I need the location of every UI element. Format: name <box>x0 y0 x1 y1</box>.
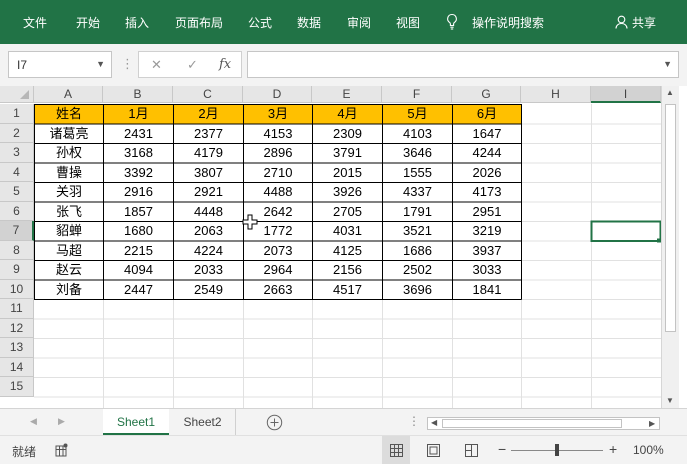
formula-bar: I7 ▼ ⋮ ✕ ✓ fx ▼ <box>0 44 687 86</box>
active-cell-indicator <box>590 220 661 242</box>
expand-formula-icon[interactable]: ▼ <box>663 59 672 69</box>
cell-cursor-icon <box>242 214 258 230</box>
formula-buttons: ✕ ✓ fx <box>138 51 242 78</box>
prev-sheet-icon[interactable]: ◀ <box>30 416 37 427</box>
grid-view-icon <box>390 444 403 457</box>
tab-insert[interactable]: 插入 <box>125 16 149 30</box>
add-sheet-icon[interactable] <box>266 414 283 431</box>
tab-review[interactable]: 审阅 <box>347 16 371 30</box>
normal-view-button[interactable] <box>382 436 410 464</box>
worksheet-grid[interactable]: ABCDEFGHI 1 2 3 4 5 6 7 8 9 10 11 12 13 14 15 姓名 1月 2月 3月… <box>0 86 687 408</box>
vertical-dots-icon: ⋮ <box>121 56 134 71</box>
page-layout-view-icon[interactable] <box>427 444 440 457</box>
tab-formulas[interactable]: 公式 <box>248 16 272 30</box>
tab-file[interactable]: 文件 <box>23 16 47 30</box>
share-button[interactable]: 共享 <box>632 16 656 30</box>
tab-home[interactable]: 开始 <box>76 16 100 30</box>
cancel-icon[interactable]: ✕ <box>151 57 162 73</box>
macro-record-icon[interactable] <box>55 443 68 457</box>
scroll-up-icon[interactable]: ▲ <box>666 88 674 97</box>
name-box[interactable]: I7 ▼ <box>8 51 112 78</box>
lightbulb-icon[interactable] <box>446 13 458 31</box>
zoom-in-button[interactable]: + <box>609 441 617 457</box>
scroll-down-icon[interactable]: ▼ <box>666 396 674 405</box>
horizontal-scroll-thumb[interactable] <box>442 419 622 428</box>
status-bar: 就绪 − + 100% <box>0 435 687 464</box>
tab-view[interactable]: 视图 <box>396 16 420 30</box>
chevron-down-icon[interactable]: ▼ <box>96 59 105 69</box>
sheet-tab-sheet2[interactable]: Sheet2 <box>170 409 236 436</box>
tell-me-search[interactable]: 操作说明搜索 <box>472 16 544 30</box>
sheet-tab-sheet1[interactable]: Sheet1 <box>103 409 169 436</box>
ribbon-tab-bar: 文件 开始 插入 页面布局 公式 数据 审阅 视图 操作说明搜索 共享 <box>0 0 687 44</box>
formula-input[interactable]: ▼ <box>247 51 679 78</box>
page-break-view-icon[interactable] <box>465 444 478 457</box>
person-share-icon[interactable] <box>615 15 628 29</box>
name-box-value: I7 <box>17 58 28 72</box>
tab-split-handle-icon[interactable]: ⋮ <box>408 414 420 428</box>
zoom-slider-thumb[interactable] <box>555 444 559 456</box>
sheet-tab-bar: ◀ ▶ Sheet1 Sheet2 ⋮ ◀ ▶ <box>0 408 687 436</box>
insert-function-icon[interactable]: fx <box>219 57 231 72</box>
zoom-level[interactable]: 100% <box>633 443 664 457</box>
tab-data[interactable]: 数据 <box>297 16 321 30</box>
scroll-left-icon[interactable]: ◀ <box>431 418 437 427</box>
scroll-right-icon[interactable]: ▶ <box>649 419 655 428</box>
vertical-scroll-thumb[interactable] <box>665 104 676 332</box>
next-sheet-icon[interactable]: ▶ <box>58 416 65 427</box>
table-borders <box>34 104 661 300</box>
enter-icon[interactable]: ✓ <box>187 57 198 73</box>
zoom-out-button[interactable]: − <box>498 441 506 457</box>
vertical-scrollbar[interactable]: ▲ ▼ <box>661 86 679 409</box>
tab-page-layout[interactable]: 页面布局 <box>175 16 223 30</box>
status-ready: 就绪 <box>12 445 37 459</box>
horizontal-scrollbar[interactable]: ◀ <box>427 417 660 430</box>
